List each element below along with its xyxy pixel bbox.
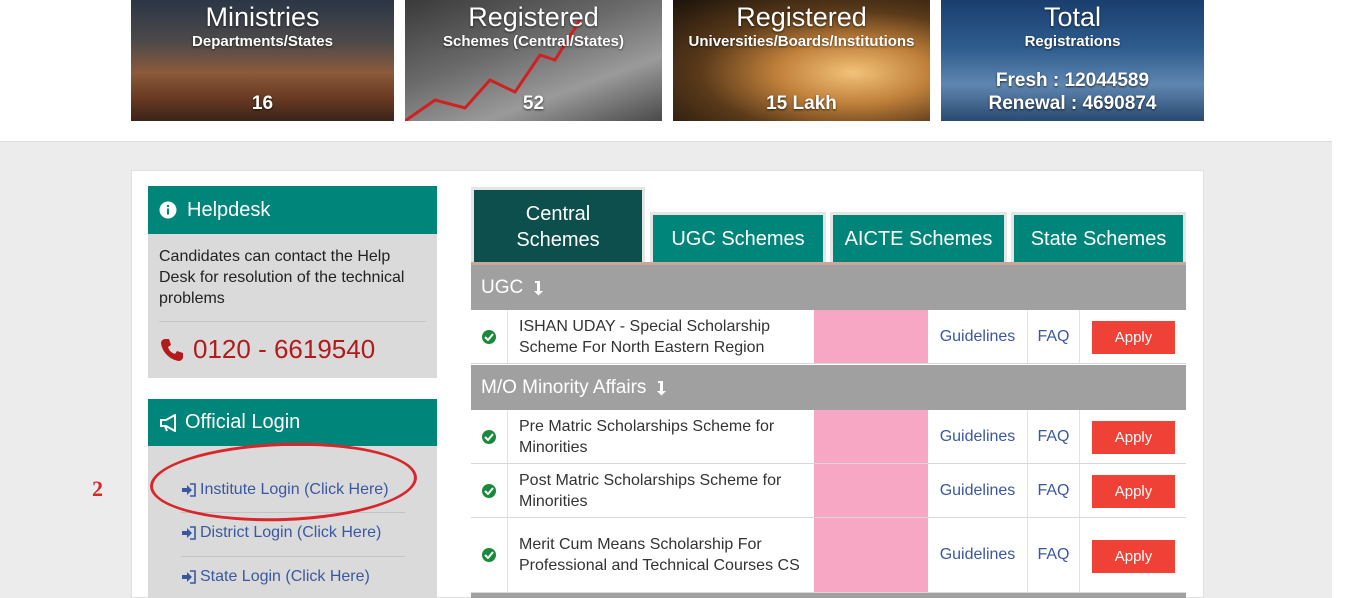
faq-link[interactable]: FAQ (1028, 410, 1080, 463)
apply-button[interactable]: Apply (1092, 421, 1175, 454)
highlight-cell (814, 464, 928, 517)
stat-value: 52 (522, 93, 545, 114)
apply-button[interactable]: Apply (1092, 321, 1175, 354)
check-circle-icon (482, 429, 496, 444)
helpdesk-text: Candidates can contact the Help Desk for… (159, 248, 405, 307)
guidelines-link[interactable]: Guidelines (928, 518, 1028, 592)
stat-subtitle: Registrations (1024, 33, 1121, 50)
stat-value: 16 (251, 93, 274, 114)
stat-card-universities: Registered Universities/Boards/Instituti… (673, 0, 930, 121)
stat-title: Registered (468, 2, 599, 32)
stat-title: Total (1043, 2, 1102, 32)
table-row: Merit Cum Means Scholarship For Professi… (471, 518, 1186, 593)
stat-renewal: Renewal : 4690874 (988, 93, 1157, 114)
group-header-minority-affairs[interactable]: M/O Minority Affairs (471, 365, 1186, 410)
helpdesk-header: Helpdesk (148, 186, 437, 244)
status-cell (471, 410, 508, 463)
megaphone-icon (159, 413, 179, 432)
phone-icon (159, 337, 185, 363)
status-cell (471, 518, 508, 592)
state-login-link[interactable]: State Login (Click Here) (181, 568, 370, 586)
group-name: UGC (481, 276, 524, 298)
stat-subtitle: Universities/Boards/Institutions (688, 33, 915, 50)
highlight-cell (814, 410, 928, 463)
arrow-down-icon (656, 380, 668, 396)
check-circle-icon (482, 548, 496, 562)
helpdesk-title: Helpdesk (187, 198, 271, 221)
faq-link[interactable]: FAQ (1028, 310, 1080, 363)
status-cell (471, 310, 508, 363)
faq-link[interactable]: FAQ (1028, 518, 1080, 592)
sign-in-icon (181, 570, 196, 584)
tab-central-schemes[interactable]: Central Schemes (471, 187, 645, 264)
scheme-name: ISHAN UDAY - Special Scholarship Scheme … (519, 317, 771, 356)
scheme-name: Post Matric Scholarships Scheme for Mino… (519, 471, 782, 510)
tab-state-schemes[interactable]: State Schemes (1011, 212, 1186, 264)
arrow-down-icon (533, 280, 545, 296)
status-cell (471, 464, 508, 517)
login-link-label: District Login (Click Here) (200, 524, 382, 541)
scheme-name: Pre Matric Scholarships Scheme for Minor… (519, 417, 775, 456)
guidelines-link[interactable]: Guidelines (928, 310, 1028, 363)
stat-value: 15 Lakh (766, 93, 837, 114)
annotation-number: 2 (92, 476, 103, 501)
stat-fresh: Fresh : 12044589 (995, 70, 1150, 91)
highlight-cell (814, 310, 928, 363)
sign-in-icon (181, 526, 196, 540)
table-row: ISHAN UDAY - Special Scholarship Scheme … (471, 310, 1186, 364)
login-link-label: State Login (Click Here) (200, 568, 370, 585)
group-header-ugc[interactable]: UGC (471, 265, 1186, 310)
guidelines-link[interactable]: Guidelines (928, 464, 1028, 517)
official-login-title: Official Login (185, 411, 301, 433)
faq-link[interactable]: FAQ (1028, 464, 1080, 517)
district-login-link[interactable]: District Login (Click Here) (181, 524, 381, 542)
tab-ugc-schemes[interactable]: UGC Schemes (650, 212, 826, 264)
table-row: Post Matric Scholarships Scheme for Mino… (471, 464, 1186, 518)
guidelines-link[interactable]: Guidelines (928, 410, 1028, 463)
check-circle-icon (482, 483, 496, 498)
divider (159, 321, 426, 322)
table-row: Pre Matric Scholarships Scheme for Minor… (471, 410, 1186, 464)
divider (181, 556, 405, 557)
phone-number: 0120 - 6619540 (193, 334, 376, 364)
stat-subtitle: Schemes (Central/States) (443, 33, 624, 50)
stat-subtitle: Departments/States (192, 33, 333, 50)
check-circle-icon (482, 329, 496, 344)
next-group-header (471, 593, 1186, 598)
page-margin (1332, 0, 1353, 598)
scheme-name: Merit Cum Means Scholarship For Professi… (519, 536, 800, 574)
official-login-header: Official Login (148, 399, 437, 456)
stat-title: Ministries (205, 2, 320, 32)
info-circle-icon (159, 201, 177, 219)
stat-card-ministries: Ministries Departments/States 16 (131, 0, 394, 121)
highlight-cell (814, 518, 928, 592)
tab-aicte-schemes[interactable]: AICTE Schemes (830, 212, 1007, 264)
stat-card-total: Total Registrations Fresh : 12044589 Ren… (941, 0, 1204, 121)
group-name: M/O Minority Affairs (481, 376, 647, 398)
stat-title: Registered (736, 2, 867, 32)
stat-card-schemes: Registered Schemes (Central/States) 52 (405, 0, 662, 121)
apply-button[interactable]: Apply (1092, 540, 1175, 573)
helpdesk-body: Candidates can contact the Help Desk for… (148, 234, 437, 378)
apply-button[interactable]: Apply (1092, 475, 1175, 508)
helpdesk-phone: 0120 - 6619540 (159, 334, 426, 365)
